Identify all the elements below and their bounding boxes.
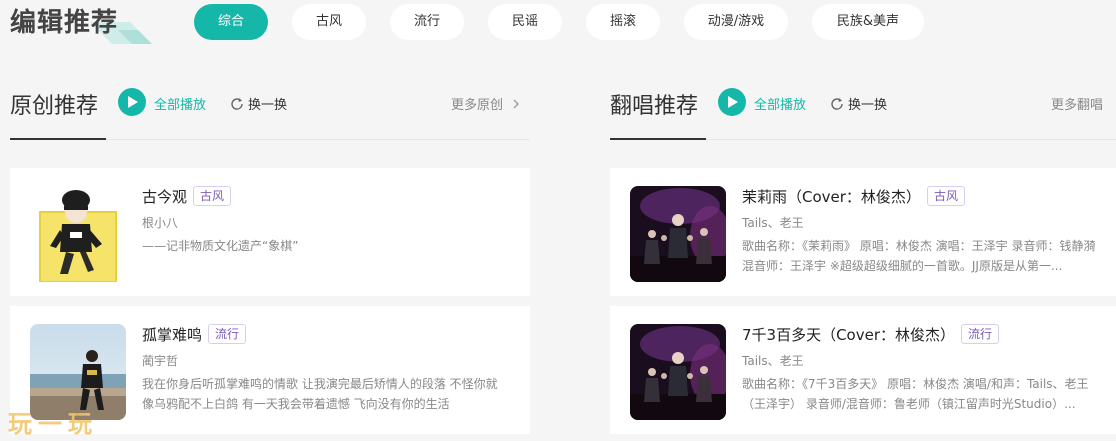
refresh-icon: [231, 98, 243, 110]
song-cover-image: [30, 186, 126, 282]
song-artist[interactable]: 蔺宇哲: [142, 352, 178, 369]
song-title[interactable]: 茉莉雨（Cover：林俊杰）: [742, 188, 921, 206]
cover-play-icon[interactable]: [718, 88, 746, 116]
tab-ethnic-bel-canto[interactable]: 民族&美声: [812, 4, 924, 40]
original-play-all-button[interactable]: 全部播放: [154, 94, 206, 113]
song-description: 歌曲名称：《7千3百多天》 原唱：林俊杰 演唱/和声：Tails、老王（王泽宇）…: [742, 377, 1089, 411]
original-more-label: 更多原创: [451, 98, 504, 113]
song-title[interactable]: 古今观: [142, 188, 187, 206]
tab-rock[interactable]: 摇滚: [586, 4, 660, 40]
cover-more-link[interactable]: 更多翻唱: [1051, 94, 1103, 113]
genre-tag[interactable]: 流行: [208, 324, 247, 344]
original-active-underline: [10, 138, 106, 140]
song-title-row[interactable]: 古今观 古风: [142, 186, 232, 207]
song-title-row[interactable]: 孤掌难鸣 流行: [142, 324, 247, 345]
tab-pop[interactable]: 流行: [390, 4, 464, 40]
song-title-row[interactable]: 茉莉雨（Cover：林俊杰） 古风: [742, 186, 965, 207]
tab-all[interactable]: 综合: [194, 4, 268, 40]
song-artist[interactable]: Tails、老王: [742, 352, 804, 369]
song-description: 我在你身后听孤掌难鸣的情歌 让我演完最后矫情人的段落 不怪你就像乌鸦配不上白鸽 …: [142, 377, 498, 411]
song-cover-image: [630, 324, 726, 420]
original-section-title: 原创推荐: [10, 94, 99, 119]
song-card[interactable]: 茉莉雨（Cover：林俊杰） 古风 Tails、老王 歌曲名称：《茉莉雨》 原唱：…: [610, 168, 1116, 296]
tab-folk[interactable]: 民谣: [488, 4, 562, 40]
original-more-link[interactable]: 更多原创: [451, 94, 521, 113]
page-title: 编辑推荐: [10, 8, 119, 38]
genre-tag[interactable]: 流行: [961, 324, 1000, 344]
song-card[interactable]: 7千3百多天（Cover：林俊杰） 流行 Tails、老王 歌曲名称：《7千3百多…: [610, 306, 1116, 434]
chevron-right-icon: [513, 99, 520, 109]
cover-active-underline: [610, 138, 706, 140]
song-cover-image: [630, 186, 726, 282]
tab-anime-game[interactable]: 动漫/游戏: [684, 4, 788, 40]
song-title[interactable]: 7千3百多天（Cover：林俊杰）: [742, 326, 955, 344]
original-refresh-button[interactable]: 换一换: [230, 94, 287, 113]
original-section-header: 原创推荐 全部播放 换一换 更多原创: [10, 86, 526, 122]
refresh-icon: [831, 98, 843, 110]
cover-play-all-button[interactable]: 全部播放: [754, 94, 806, 113]
song-title-row[interactable]: 7千3百多天（Cover：林俊杰） 流行: [742, 324, 1000, 345]
song-artist[interactable]: 根小八: [142, 214, 178, 231]
song-title[interactable]: 孤掌难鸣: [142, 326, 202, 344]
tab-ancient[interactable]: 古风: [292, 4, 366, 40]
genre-tag[interactable]: 古风: [926, 186, 965, 206]
site-watermark: 玩一玩: [8, 410, 98, 438]
original-play-icon[interactable]: [118, 88, 146, 116]
song-description: ——记非物质文化遗产“象棋”: [142, 239, 299, 253]
cover-refresh-label: 换一换: [848, 98, 888, 113]
genre-tag[interactable]: 古风: [193, 186, 232, 206]
cover-section-title: 翻唱推荐: [610, 94, 699, 119]
song-artist[interactable]: Tails、老王: [742, 214, 804, 231]
original-refresh-label: 换一换: [248, 98, 288, 113]
cover-section-header: 翻唱推荐 全部播放 换一换 更多翻唱: [610, 86, 1116, 122]
cover-refresh-button[interactable]: 换一换: [830, 94, 887, 113]
song-card[interactable]: 古今观 古风 根小八 ——记非物质文化遗产“象棋”: [10, 168, 530, 296]
song-description: 歌曲名称：《茉莉雨》 原唱：林俊杰 演唱：王泽宇 录音师：钱静漪 混音师：王泽宇…: [742, 239, 1096, 273]
